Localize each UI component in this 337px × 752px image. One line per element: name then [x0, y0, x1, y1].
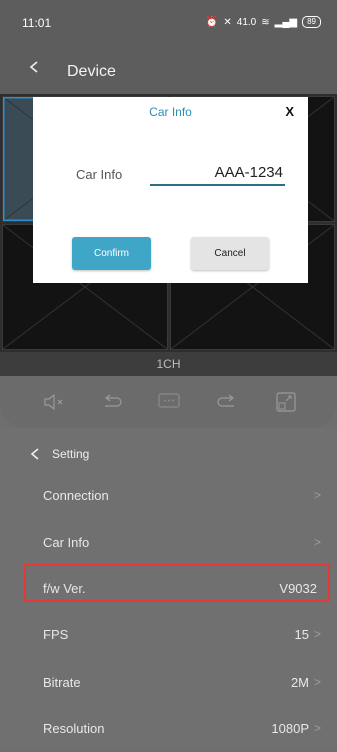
- undo-icon[interactable]: [99, 390, 125, 414]
- chevron-right-icon: >: [313, 675, 321, 689]
- row-label: FPS: [43, 627, 69, 642]
- mute-icon[interactable]: [40, 390, 66, 414]
- highlight-box: [24, 564, 330, 602]
- settings-row-fps[interactable]: FPS 15 >: [0, 612, 337, 658]
- mute-notifications-icon: ✕: [223, 16, 232, 28]
- confirm-button[interactable]: Confirm: [72, 237, 151, 270]
- alarm-icon: ⏰: [205, 16, 219, 28]
- app-header: Device: [0, 46, 337, 94]
- row-value: 2M: [290, 675, 309, 690]
- chevron-left-icon: [30, 448, 39, 460]
- settings-header[interactable]: Setting: [0, 438, 337, 470]
- status-time: 11:01: [22, 16, 52, 30]
- battery-icon: 89: [302, 16, 321, 28]
- redo-icon[interactable]: [214, 390, 240, 414]
- chevron-right-icon: >: [313, 488, 321, 502]
- status-bar: 11:01 ⏰ ✕ 41.0 ≋ ▂▄▆ 89: [0, 0, 337, 46]
- close-icon[interactable]: X: [285, 104, 294, 119]
- signal-icon: ▂▄▆: [274, 16, 298, 28]
- row-value: 15: [294, 627, 309, 642]
- row-value: 1080P: [271, 721, 309, 736]
- wifi-icon: ≋: [261, 16, 270, 28]
- dialog-title: Car Info: [149, 105, 192, 119]
- network-speed: 41.0: [236, 16, 257, 28]
- back-arrow-icon[interactable]: [28, 61, 40, 73]
- row-label: Connection: [43, 488, 109, 503]
- channel-label: 1CH: [0, 352, 337, 376]
- settings-row-connection[interactable]: Connection >: [0, 473, 337, 519]
- car-info-label: Car Info: [76, 167, 123, 182]
- fullscreen-icon[interactable]: [273, 390, 299, 414]
- row-label: Car Info: [43, 535, 90, 550]
- settings-header-label: Setting: [52, 447, 90, 461]
- chevron-right-icon: >: [313, 535, 321, 549]
- row-label: Bitrate: [43, 675, 81, 690]
- chevron-right-icon: >: [313, 627, 321, 641]
- row-label: Resolution: [43, 721, 105, 736]
- settings-row-bitrate[interactable]: Bitrate 2M >: [0, 660, 337, 706]
- page-title: Device: [67, 63, 116, 80]
- cancel-button[interactable]: Cancel: [191, 237, 269, 270]
- chevron-right-icon: >: [313, 721, 321, 735]
- settings-row-resolution[interactable]: Resolution 1080P >: [0, 706, 337, 752]
- video-toolbar: [0, 376, 337, 428]
- car-info-input[interactable]: [150, 160, 285, 186]
- chat-icon[interactable]: [156, 390, 182, 414]
- status-icons: ⏰ ✕ 41.0 ≋ ▂▄▆ 89: [206, 16, 321, 28]
- car-info-dialog: Car Info X Car Info Confirm Cancel: [33, 97, 308, 283]
- settings-row-car-info[interactable]: Car Info >: [0, 520, 337, 566]
